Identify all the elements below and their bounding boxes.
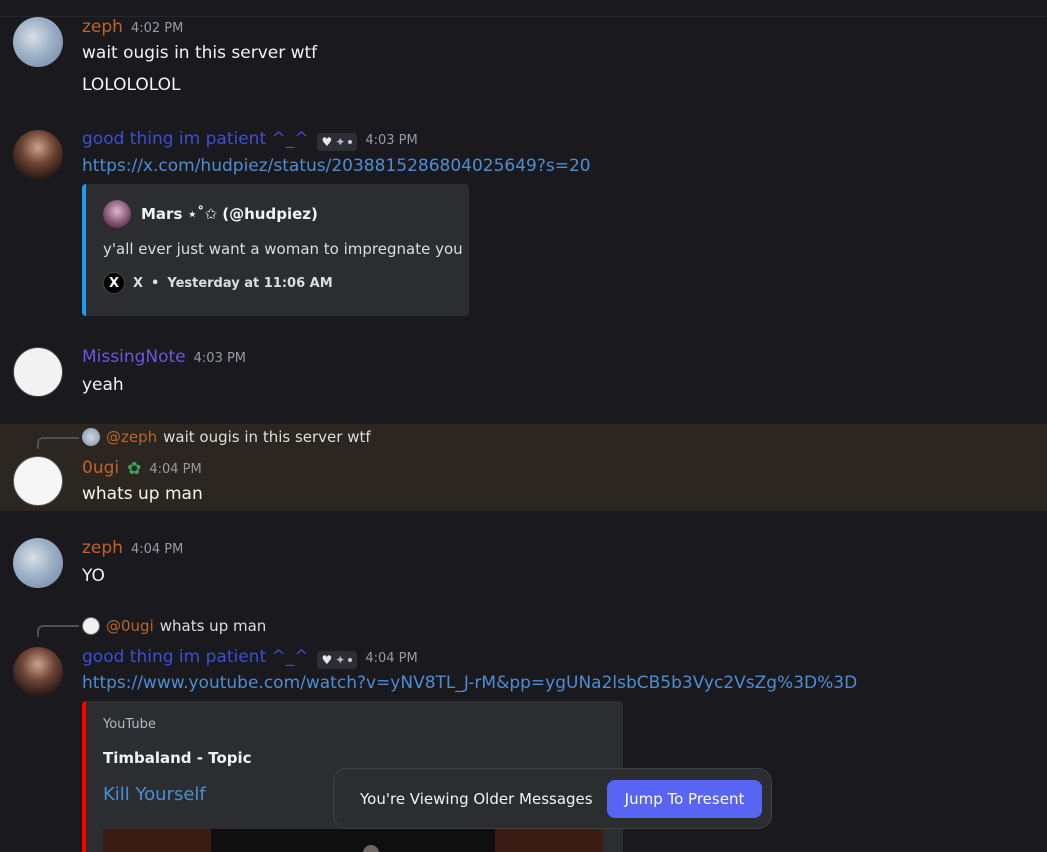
timestamp: 4:03 PM <box>193 351 247 366</box>
chat-messages: zeph 4:02 PM wait ougis in this server w… <box>0 0 1047 852</box>
avatar[interactable] <box>13 130 63 180</box>
message-header: MissingNote 4:03 PM <box>82 347 246 367</box>
older-messages-bar: You're Viewing Older Messages Jump To Pr… <box>333 768 772 829</box>
dot-icon <box>348 140 353 144</box>
username[interactable]: good thing im patient ^_^ <box>82 647 309 667</box>
message-text: LOLOLOLOL <box>82 75 181 95</box>
embed-author[interactable]: Mars ⋆˚✩ (@hudpiez) <box>103 200 318 228</box>
embed-provider[interactable]: YouTube <box>103 717 156 732</box>
reply-text[interactable]: wait ougis in this server wtf <box>163 428 371 446</box>
username[interactable]: zeph <box>82 538 123 558</box>
clover-icon[interactable]: ✿ <box>127 459 141 479</box>
username[interactable]: zeph <box>82 17 123 37</box>
message-header: 0ugi ✿ 4:04 PM <box>82 458 202 479</box>
video-figure <box>363 845 379 852</box>
twitter-embed[interactable]: Mars ⋆˚✩ (@hudpiez) y'all ever just want… <box>82 184 469 316</box>
reply-text[interactable]: whats up man <box>160 617 267 635</box>
user-badge[interactable]: ♥ ✦ <box>316 651 358 669</box>
heart-icon: ♥ <box>321 135 333 149</box>
reply-mention[interactable]: @0ugi <box>106 617 154 635</box>
embed-title[interactable]: Kill Yourself <box>103 784 206 805</box>
embed-date: Yesterday at 11:06 AM <box>167 275 333 291</box>
reply-spine <box>37 625 79 637</box>
message-text: YO <box>82 566 105 586</box>
x-logo-icon: X <box>103 272 125 294</box>
embed-description: y'all ever just want a woman to impregna… <box>103 240 463 258</box>
embed-footer-separator: • <box>151 275 160 291</box>
reply-preview[interactable]: @0ugi whats up man <box>82 617 266 635</box>
reply-avatar <box>82 617 100 635</box>
message-header: zeph 4:04 PM <box>82 538 183 558</box>
avatar[interactable] <box>13 456 63 506</box>
message-link[interactable]: https://www.youtube.com/watch?v=yNV8TL_J… <box>82 673 857 693</box>
message-header: zeph 4:02 PM <box>82 17 183 37</box>
heart-icon: ♥ <box>321 653 333 667</box>
message-ougi: @zeph wait ougis in this server wtf 0ugi… <box>0 424 1047 511</box>
message-text: wait ougis in this server wtf <box>82 43 318 63</box>
timestamp: 4:04 PM <box>130 542 184 557</box>
reply-spine <box>37 437 79 449</box>
wing-icon: ✦ <box>335 135 346 149</box>
message-link[interactable]: https://x.com/hudpiez/status/20388152868… <box>82 156 591 176</box>
user-badge[interactable]: ♥ ✦ <box>316 133 358 151</box>
wing-icon: ✦ <box>335 653 346 667</box>
message-header: good thing im patient ^_^ ♥ ✦ 4:03 PM <box>82 129 418 151</box>
avatar[interactable] <box>13 538 63 588</box>
message-goodthing-1: good thing im patient ^_^ ♥ ✦ 4:03 PM ht… <box>0 125 1047 325</box>
message-missingnote: MissingNote 4:03 PM yeah <box>0 340 1047 420</box>
avatar[interactable] <box>13 347 63 397</box>
dot-icon <box>348 658 353 662</box>
timestamp: 4:04 PM <box>365 651 418 666</box>
message-zeph-2: zeph 4:04 PM YO <box>0 530 1047 600</box>
timestamp: 4:03 PM <box>365 133 418 148</box>
reply-mention[interactable]: @zeph <box>106 428 157 446</box>
message-text: whats up man <box>82 484 203 504</box>
video-thumbnail[interactable] <box>103 829 603 852</box>
embed-author[interactable]: Timbaland - Topic <box>103 749 252 767</box>
jump-to-present-button[interactable]: Jump To Present <box>607 780 762 818</box>
message-zeph-1: zeph 4:02 PM wait ougis in this server w… <box>0 0 1047 110</box>
embed-source: X <box>133 275 144 291</box>
video-frame <box>211 829 495 852</box>
message-text: yeah <box>82 375 124 395</box>
embed-author-name[interactable]: Mars ⋆˚✩ (@hudpiez) <box>141 205 318 223</box>
embed-author-avatar <box>103 200 131 228</box>
avatar[interactable] <box>13 17 63 67</box>
timestamp: 4:02 PM <box>130 21 184 36</box>
username[interactable]: MissingNote <box>82 347 186 367</box>
reply-preview[interactable]: @zeph wait ougis in this server wtf <box>82 428 371 446</box>
timestamp: 4:04 PM <box>149 462 202 477</box>
reply-avatar <box>82 428 100 446</box>
message-header: good thing im patient ^_^ ♥ ✦ 4:04 PM <box>82 647 418 669</box>
embed-footer: X X • Yesterday at 11:06 AM <box>103 272 333 294</box>
avatar[interactable] <box>13 647 63 697</box>
username[interactable]: good thing im patient ^_^ <box>82 129 309 149</box>
username[interactable]: 0ugi <box>82 458 119 478</box>
older-messages-text: You're Viewing Older Messages <box>360 789 593 808</box>
